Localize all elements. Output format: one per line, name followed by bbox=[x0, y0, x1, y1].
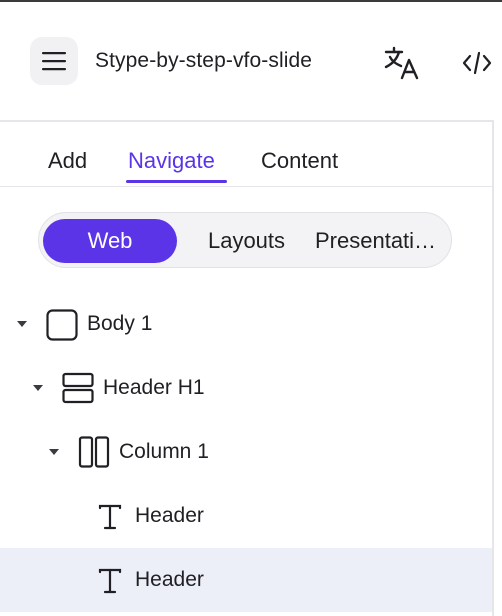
columns-icon bbox=[78, 436, 110, 468]
view-switcher: Web Layouts Presentati… bbox=[38, 212, 452, 268]
menu-button[interactable] bbox=[30, 37, 78, 85]
caret-down-icon[interactable] bbox=[16, 319, 28, 329]
box-icon bbox=[46, 309, 78, 341]
file-title: Stype-by-step-vfo-slide bbox=[95, 49, 313, 72]
tree-item-label: Header H1 bbox=[103, 376, 205, 399]
tree-item-column[interactable]: Column 1 bbox=[0, 420, 492, 484]
tree-item-text[interactable]: Header bbox=[0, 484, 492, 548]
tree-item-label: Body 1 bbox=[87, 312, 153, 335]
tab-navigate[interactable]: Navigate bbox=[128, 148, 215, 174]
tabs-divider bbox=[0, 186, 492, 187]
editor-header: Stype-by-step-vfo-slide bbox=[0, 2, 502, 120]
view-presentations-button[interactable]: Presentati… bbox=[311, 219, 447, 263]
tree-item-label: Header bbox=[135, 568, 204, 591]
tree-item-text-selected[interactable]: Header bbox=[0, 548, 492, 612]
active-tab-indicator bbox=[126, 180, 227, 183]
panel-border bbox=[492, 120, 494, 616]
menu-icon bbox=[42, 52, 66, 71]
text-icon bbox=[98, 504, 122, 530]
tab-content[interactable]: Content bbox=[261, 148, 338, 174]
tree-item-header-h1[interactable]: Header H1 bbox=[0, 356, 492, 420]
text-icon bbox=[98, 568, 122, 594]
view-web-button[interactable]: Web bbox=[43, 219, 177, 263]
code-icon[interactable] bbox=[462, 50, 492, 76]
tab-add[interactable]: Add bbox=[48, 148, 87, 174]
tree-item-body[interactable]: Body 1 bbox=[0, 292, 492, 356]
tree-item-label: Header bbox=[135, 504, 204, 527]
rows-icon bbox=[62, 372, 94, 404]
translate-icon[interactable] bbox=[384, 46, 420, 80]
tree-item-label: Column 1 bbox=[119, 440, 209, 463]
panel-tabs: Add Navigate Content bbox=[0, 122, 492, 188]
caret-down-icon[interactable] bbox=[32, 383, 44, 393]
caret-down-icon[interactable] bbox=[48, 447, 60, 457]
view-layouts-button[interactable]: Layouts bbox=[189, 219, 304, 263]
